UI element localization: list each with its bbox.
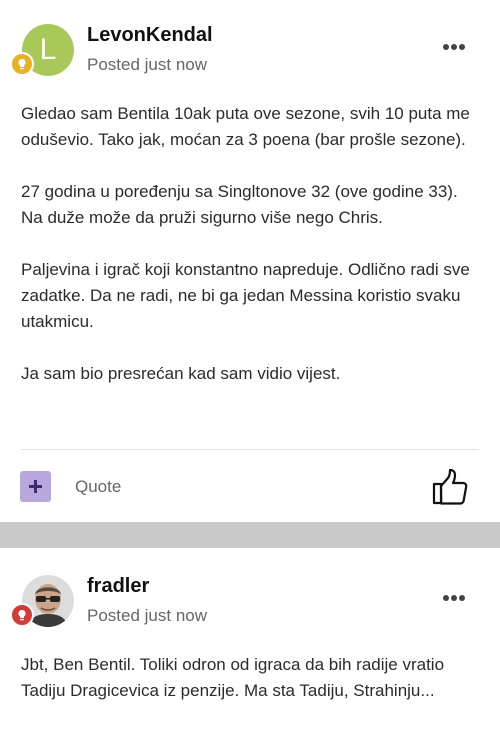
post-paragraph: 27 godina u poređenju sa Singltonove 32 … <box>21 182 458 227</box>
post-paragraph: Jbt, Ben Bentil. Toliki odron od igraca … <box>21 655 445 700</box>
post-body: Jbt, Ben Bentil. Toliki odron od igraca … <box>21 652 481 730</box>
quote-button[interactable]: Quote <box>75 477 121 497</box>
username[interactable]: fradler <box>87 575 149 598</box>
post-paragraph: Paljevina i igrač koji konstantno napred… <box>21 260 470 331</box>
post-fradler: fradler Posted just now Jbt, Ben Bentil.… <box>0 548 500 750</box>
rank-badge-icon <box>10 52 34 76</box>
post-paragraph: Gledao sam Bentila 10ak puta ove sezone,… <box>21 104 470 149</box>
more-options-icon[interactable] <box>443 42 467 52</box>
divider <box>21 449 479 450</box>
post-paragraph: Ja sam bio presrećan kad sam vidio vijes… <box>21 364 341 383</box>
username[interactable]: LevonKendal <box>87 24 213 47</box>
more-options-icon[interactable] <box>443 593 467 603</box>
post-body: Gledao sam Bentila 10ak puta ove sezone,… <box>21 101 481 413</box>
like-thumb-icon[interactable] <box>430 467 470 507</box>
post-levonkendal: L LevonKendal Posted just now Gledao sam… <box>0 0 500 522</box>
post-separator <box>0 522 500 548</box>
post-timestamp: Posted just now <box>87 55 208 74</box>
rank-badge-icon <box>10 603 34 627</box>
multiquote-add-button[interactable] <box>20 471 51 502</box>
post-timestamp: Posted just now <box>87 606 208 625</box>
